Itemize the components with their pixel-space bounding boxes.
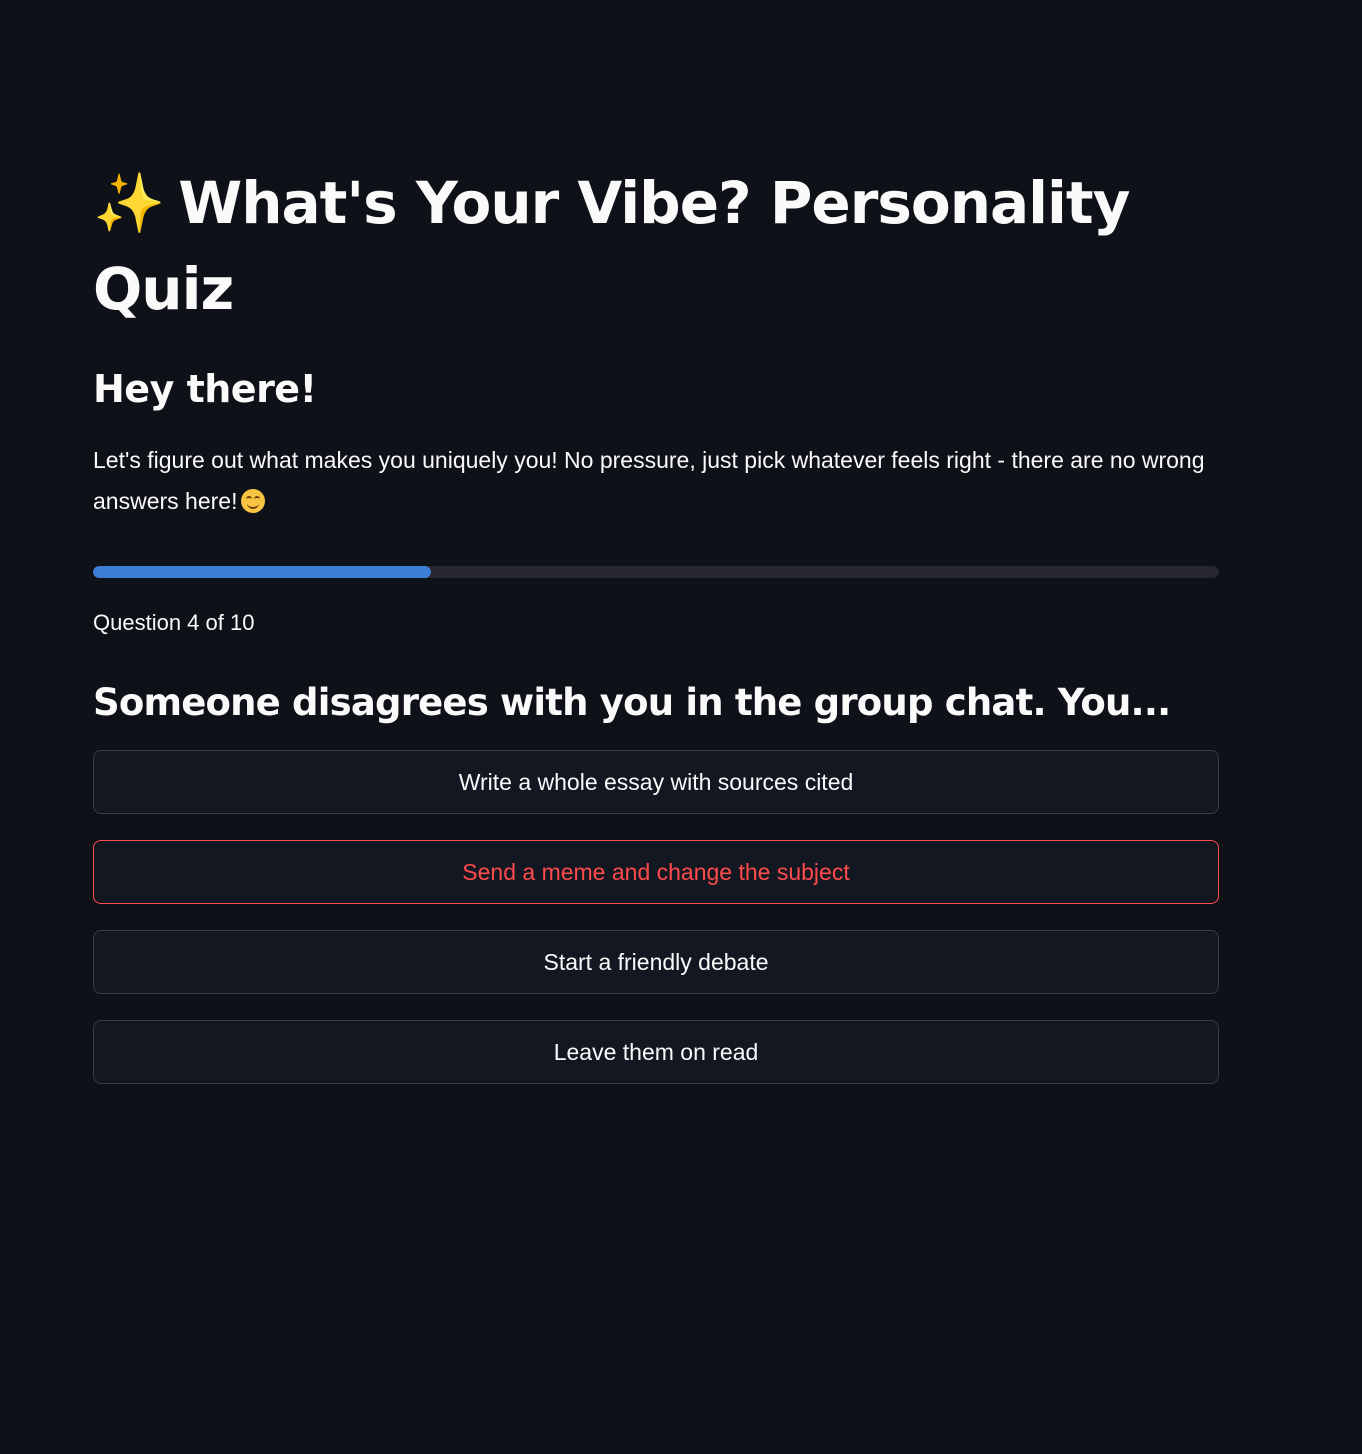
quiz-progress-bar: [93, 566, 1219, 578]
smiling-face-icon: [241, 489, 266, 513]
page-title-text: What's Your Vibe? Personality Quiz: [93, 169, 1130, 323]
question-text: Someone disagrees with you in the group …: [93, 681, 1171, 724]
answer-option-button[interactable]: Start a friendly debate: [93, 930, 1219, 994]
answer-options: Write a whole essay with sources cited S…: [93, 750, 1219, 1084]
page-title: ✨ What's Your Vibe? Personality Quiz: [93, 160, 1219, 332]
intro-paragraph: Let's figure out what makes you uniquely…: [93, 440, 1219, 522]
question-counter: Question 4 of 10: [93, 610, 255, 635]
quiz-progress-fill: [93, 566, 431, 578]
greeting-heading: Hey there!: [93, 367, 317, 411]
answer-option-button[interactable]: Send a meme and change the subject: [93, 840, 1219, 904]
main-content: ✨ What's Your Vibe? Personality Quiz Hey …: [93, 160, 1219, 1110]
answer-option-button[interactable]: Leave them on read: [93, 1020, 1219, 1084]
answer-option-button[interactable]: Write a whole essay with sources cited: [93, 750, 1219, 814]
sparkles-icon: ✨: [93, 169, 165, 237]
